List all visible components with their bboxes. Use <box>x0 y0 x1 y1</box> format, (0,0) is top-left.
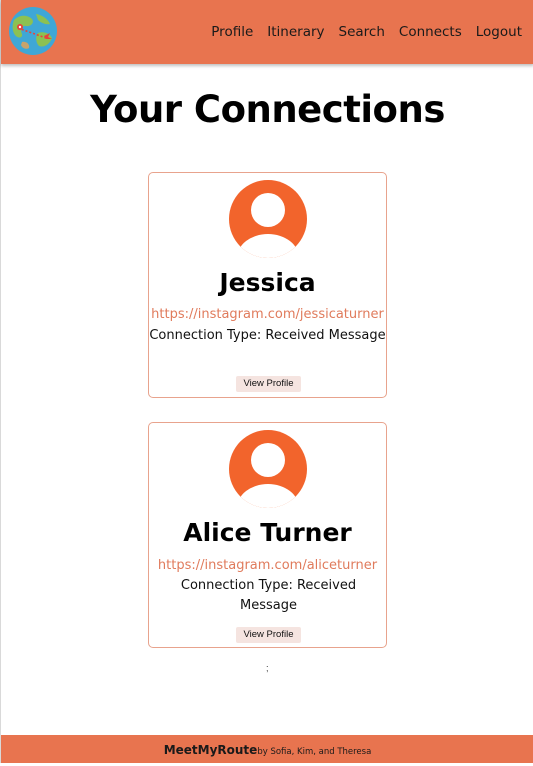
nav-profile-link[interactable]: Profile <box>211 24 253 40</box>
view-profile-button[interactable]: View Profile <box>236 376 301 392</box>
stray-semicolon-text: ; <box>266 663 269 673</box>
footer-credit: by Sofia, Kim, and Theresa <box>257 747 372 757</box>
connection-card: Jessica https://instagram.com/jessicatur… <box>148 172 387 398</box>
connection-type: Connection Type: Received Message <box>180 578 357 613</box>
instagram-link[interactable]: https://instagram.com/aliceturner <box>149 558 386 573</box>
footer: MeetMyRouteby Sofia, Kim, and Theresa <box>1 735 533 763</box>
user-avatar-icon <box>229 180 307 258</box>
main-nav: Profile Itinerary Search Connects Logout <box>211 24 522 40</box>
connection-type: Connection Type: Received Message <box>149 328 386 343</box>
nav-search-link[interactable]: Search <box>339 24 385 40</box>
connection-name: Jessica <box>219 268 316 297</box>
nav-connects-link[interactable]: Connects <box>399 24 462 40</box>
top-navbar: Profile Itinerary Search Connects Logout <box>1 0 533 64</box>
page-title: Your Connections <box>90 88 445 131</box>
connection-card: Alice Turner https://instagram.com/alice… <box>148 422 387 648</box>
instagram-link[interactable]: https://instagram.com/jessicaturner <box>149 307 386 322</box>
footer-brand: MeetMyRoute <box>163 743 258 757</box>
user-avatar-icon <box>229 430 307 508</box>
connection-name: Alice Turner <box>183 518 352 547</box>
globe-logo-icon[interactable] <box>8 6 58 56</box>
nav-itinerary-link[interactable]: Itinerary <box>267 24 324 40</box>
view-profile-button[interactable]: View Profile <box>236 627 301 643</box>
nav-logout-link[interactable]: Logout <box>476 24 522 40</box>
